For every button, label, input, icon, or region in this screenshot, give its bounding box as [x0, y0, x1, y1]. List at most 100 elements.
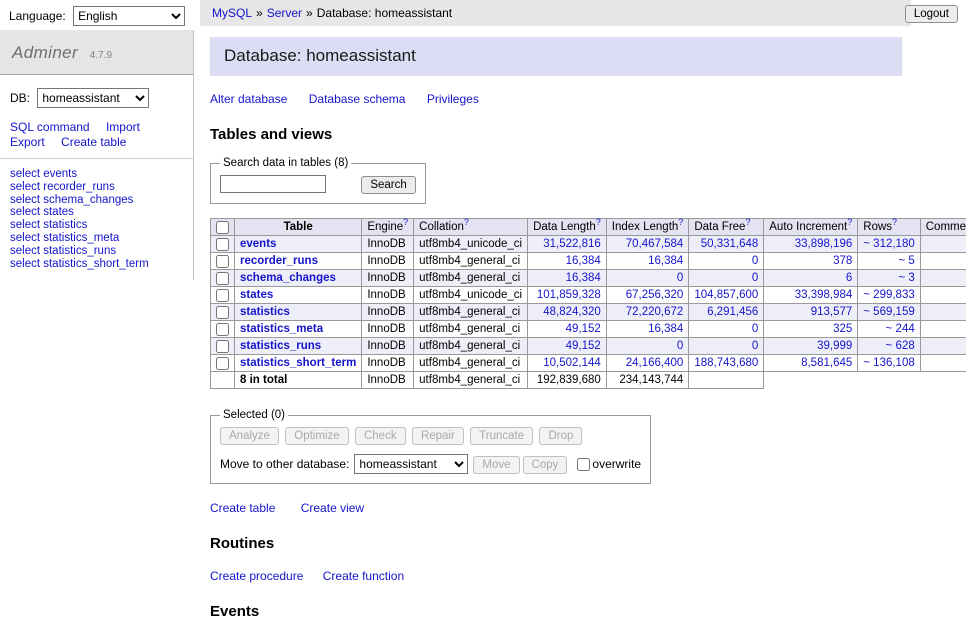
column-header-link[interactable]: Auto Increment?: [769, 221, 852, 233]
index-length-link[interactable]: 0: [677, 340, 683, 352]
data-free-link[interactable]: 188,743,680: [694, 357, 758, 369]
sidebar-table-link[interactable]: select schema_changes: [10, 194, 183, 207]
breadcrumb-mysql-link[interactable]: MySQL: [212, 6, 252, 20]
data-free-link[interactable]: 0: [752, 323, 758, 335]
data-free-link[interactable]: 0: [752, 255, 758, 267]
column-header-link[interactable]: Rows?: [863, 221, 897, 233]
rows-count-link[interactable]: ~ 136,108: [863, 357, 914, 369]
data-length-link[interactable]: 10,502,144: [543, 357, 601, 369]
column-header-link[interactable]: Collation?: [419, 221, 469, 233]
column-help-link[interactable]: ?: [745, 217, 750, 227]
rows-count-link[interactable]: ~ 628: [886, 340, 915, 352]
sidebar-link-import[interactable]: Import: [106, 120, 140, 134]
create-link[interactable]: Create table: [210, 501, 275, 515]
data-length-link[interactable]: 31,522,816: [543, 238, 601, 250]
data-free-link[interactable]: 6,291,456: [707, 306, 758, 318]
table-name-link[interactable]: statistics: [240, 306, 290, 318]
column-header-link[interactable]: Data Free?: [694, 221, 750, 233]
index-length-link[interactable]: 72,220,672: [626, 306, 684, 318]
bulk-action-button[interactable]: Check: [355, 427, 406, 445]
bulk-action-button[interactable]: Repair: [412, 427, 464, 445]
rows-count-link[interactable]: ~ 569,159: [863, 306, 914, 318]
create-link[interactable]: Create view: [301, 501, 364, 515]
auto-increment-link[interactable]: 33,398,984: [795, 289, 853, 301]
rows-count-link[interactable]: ~ 3: [898, 272, 914, 284]
search-button[interactable]: Search: [361, 176, 415, 194]
data-length-link[interactable]: 16,384: [566, 272, 601, 284]
db-select[interactable]: homeassistant: [37, 88, 149, 108]
table-name-link[interactable]: recorder_runs: [240, 255, 318, 267]
db-action-link[interactable]: Database schema: [309, 92, 406, 106]
rows-count-link[interactable]: ~ 244: [886, 323, 915, 335]
row-checkbox[interactable]: [216, 238, 229, 251]
index-length-link[interactable]: 67,256,320: [626, 289, 684, 301]
sidebar-table-link[interactable]: select statistics_runs: [10, 245, 183, 258]
sidebar-link-create-table[interactable]: Create table: [61, 135, 126, 149]
index-length-link[interactable]: 0: [677, 272, 683, 284]
sidebar-table-link[interactable]: select recorder_runs: [10, 181, 183, 194]
column-help-link[interactable]: ?: [892, 217, 897, 227]
column-help-link[interactable]: ?: [847, 217, 852, 227]
data-length-link[interactable]: 101,859,328: [537, 289, 601, 301]
search-input[interactable]: [220, 175, 326, 193]
auto-increment-link[interactable]: 39,999: [817, 340, 852, 352]
data-free-link[interactable]: 0: [752, 340, 758, 352]
table-name-link[interactable]: statistics_runs: [240, 340, 321, 352]
data-free-link[interactable]: 50,331,648: [701, 238, 759, 250]
sidebar-table-link[interactable]: select states: [10, 206, 183, 219]
auto-increment-link[interactable]: 913,577: [811, 306, 853, 318]
sidebar-table-link[interactable]: select statistics_meta: [10, 232, 183, 245]
column-header-link[interactable]: Engine?: [367, 221, 408, 233]
data-length-link[interactable]: 49,152: [566, 340, 601, 352]
data-free-link[interactable]: 0: [752, 272, 758, 284]
column-header-link[interactable]: Index Length?: [612, 221, 684, 233]
table-name-link[interactable]: schema_changes: [240, 272, 336, 284]
breadcrumb-server-link[interactable]: Server: [267, 6, 302, 20]
data-length-link[interactable]: 48,824,320: [543, 306, 601, 318]
sidebar-link-export[interactable]: Export: [10, 135, 45, 149]
sidebar-link-sql-command[interactable]: SQL command: [10, 120, 90, 134]
language-select[interactable]: English: [73, 6, 185, 26]
row-checkbox[interactable]: [216, 306, 229, 319]
column-header-link[interactable]: Table: [284, 221, 313, 233]
bulk-action-button[interactable]: Drop: [539, 427, 582, 445]
column-help-link[interactable]: ?: [403, 217, 408, 227]
column-header-link[interactable]: Data Length?: [533, 221, 601, 233]
db-action-link[interactable]: Alter database: [210, 92, 287, 106]
copy-button[interactable]: Copy: [523, 456, 568, 474]
table-name-link[interactable]: statistics_meta: [240, 323, 323, 335]
logout-button[interactable]: Logout: [905, 5, 958, 23]
routine-create-link[interactable]: Create function: [323, 569, 404, 583]
auto-increment-link[interactable]: 378: [833, 255, 852, 267]
auto-increment-link[interactable]: 325: [833, 323, 852, 335]
routine-create-link[interactable]: Create procedure: [210, 569, 303, 583]
row-checkbox[interactable]: [216, 289, 229, 302]
row-checkbox[interactable]: [216, 323, 229, 336]
auto-increment-link[interactable]: 6: [846, 272, 852, 284]
rows-count-link[interactable]: ~ 5: [898, 255, 914, 267]
bulk-action-button[interactable]: Truncate: [470, 427, 533, 445]
column-help-link[interactable]: ?: [464, 217, 469, 227]
data-length-link[interactable]: 16,384: [566, 255, 601, 267]
column-header-link[interactable]: Comment?: [926, 221, 966, 233]
index-length-link[interactable]: 16,384: [648, 323, 683, 335]
sidebar-table-link[interactable]: select statistics: [10, 219, 183, 232]
sidebar-table-link[interactable]: select statistics_short_term: [10, 258, 183, 271]
auto-increment-link[interactable]: 33,898,196: [795, 238, 853, 250]
table-name-link[interactable]: states: [240, 289, 273, 301]
move-button[interactable]: Move: [473, 456, 519, 474]
row-checkbox[interactable]: [216, 255, 229, 268]
column-help-link[interactable]: ?: [596, 217, 601, 227]
index-length-link[interactable]: 24,166,400: [626, 357, 684, 369]
rows-count-link[interactable]: ~ 299,833: [863, 289, 914, 301]
bulk-action-button[interactable]: Analyze: [220, 427, 279, 445]
overwrite-checkbox[interactable]: [577, 458, 590, 471]
db-action-link[interactable]: Privileges: [427, 92, 479, 106]
rows-count-link[interactable]: ~ 312,180: [863, 238, 914, 250]
table-name-link[interactable]: events: [240, 238, 276, 250]
data-free-link[interactable]: 104,857,600: [694, 289, 758, 301]
table-name-link[interactable]: statistics_short_term: [240, 357, 356, 369]
select-all-checkbox[interactable]: [216, 221, 229, 234]
row-checkbox[interactable]: [216, 340, 229, 353]
bulk-action-button[interactable]: Optimize: [285, 427, 348, 445]
